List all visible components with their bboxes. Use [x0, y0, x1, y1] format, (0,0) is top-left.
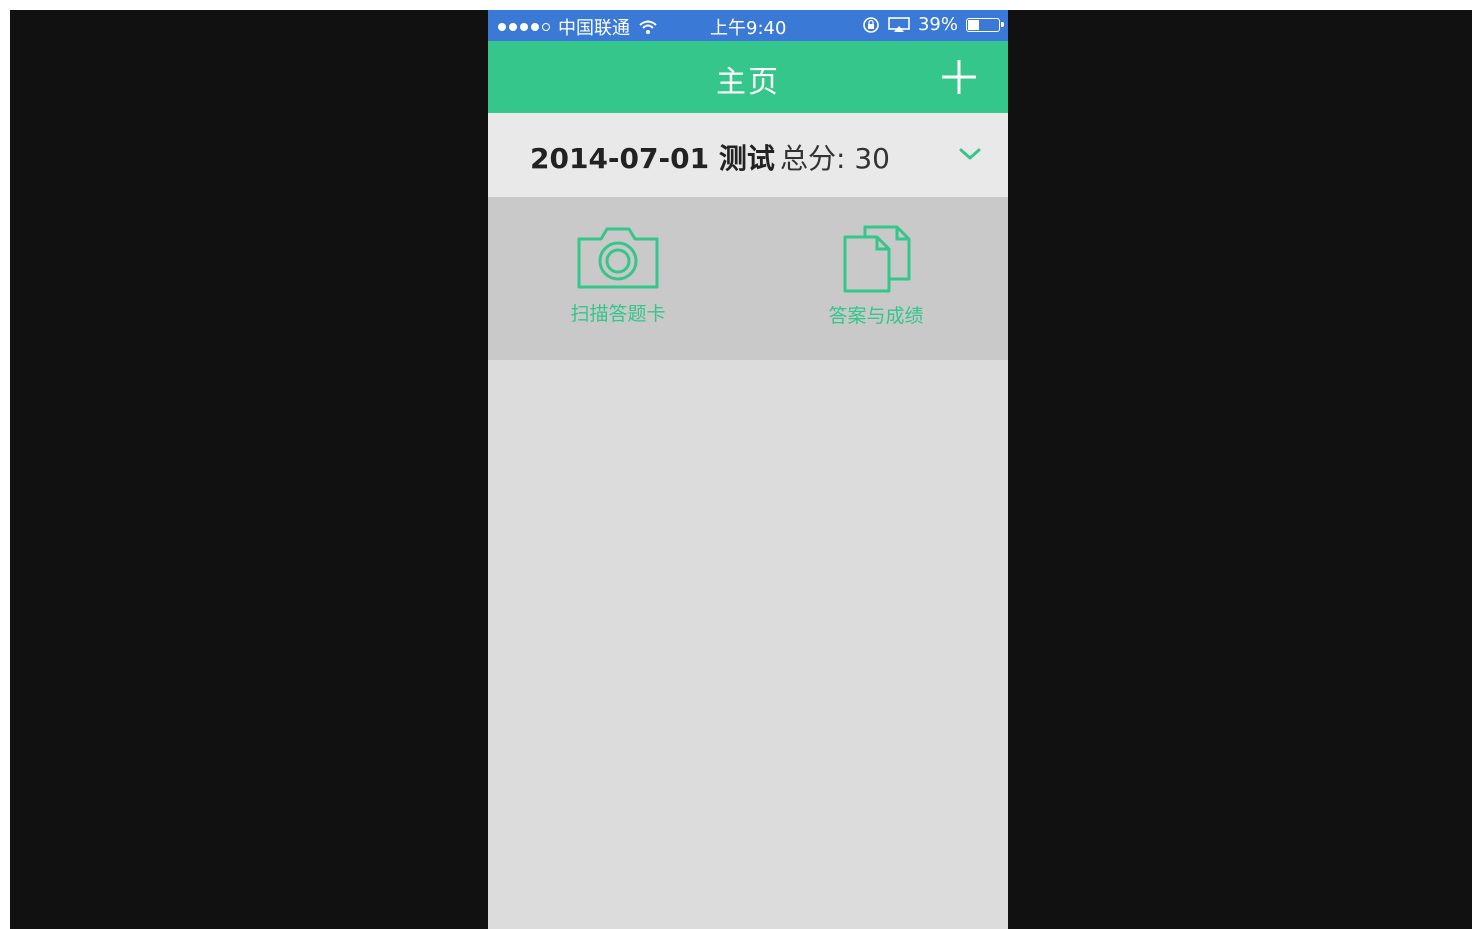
navigation-bar: 主页 [488, 41, 1008, 113]
answers-and-scores-button[interactable]: 答案与成绩 [786, 225, 966, 337]
status-bar-left: 中国联通 [498, 14, 658, 40]
exam-total-score: 总分: 30 [780, 142, 890, 175]
airplay-icon [888, 16, 910, 32]
signal-dots-icon [498, 23, 550, 31]
status-bar-right: 39% [862, 14, 1004, 35]
exam-list-item[interactable]: 2014-07-01 测试 总分: 30 [488, 113, 1008, 197]
chevron-down-icon[interactable] [956, 143, 984, 165]
add-button[interactable] [940, 58, 978, 96]
scan-answer-sheet-label: 扫描答题卡 [570, 303, 666, 325]
plus-icon [942, 60, 976, 94]
status-time: 上午9:40 [710, 18, 787, 39]
scan-answer-sheet-button[interactable]: 扫描答题卡 [528, 225, 708, 337]
battery-percent: 39% [917, 14, 958, 35]
documents-icon [843, 225, 911, 293]
camera-icon [577, 227, 659, 289]
phone-screen: 中国联通 上午9:40 39% 主页 2014-07-01 测试 总分: 30 … [488, 10, 1008, 929]
exam-title: 2014-07-01 测试 [530, 142, 775, 175]
wifi-icon [639, 20, 657, 34]
page-title: 主页 [716, 65, 780, 100]
exam-action-panel: 扫描答题卡 答案与成绩 [488, 197, 1008, 360]
battery-icon [966, 17, 1004, 32]
status-bar: 中国联通 上午9:40 39% [488, 10, 1008, 41]
battery-fill [968, 19, 980, 30]
carrier-label: 中国联通 [558, 18, 630, 39]
answers-and-scores-label: 答案与成绩 [828, 305, 924, 327]
rotation-lock-icon [863, 16, 879, 33]
